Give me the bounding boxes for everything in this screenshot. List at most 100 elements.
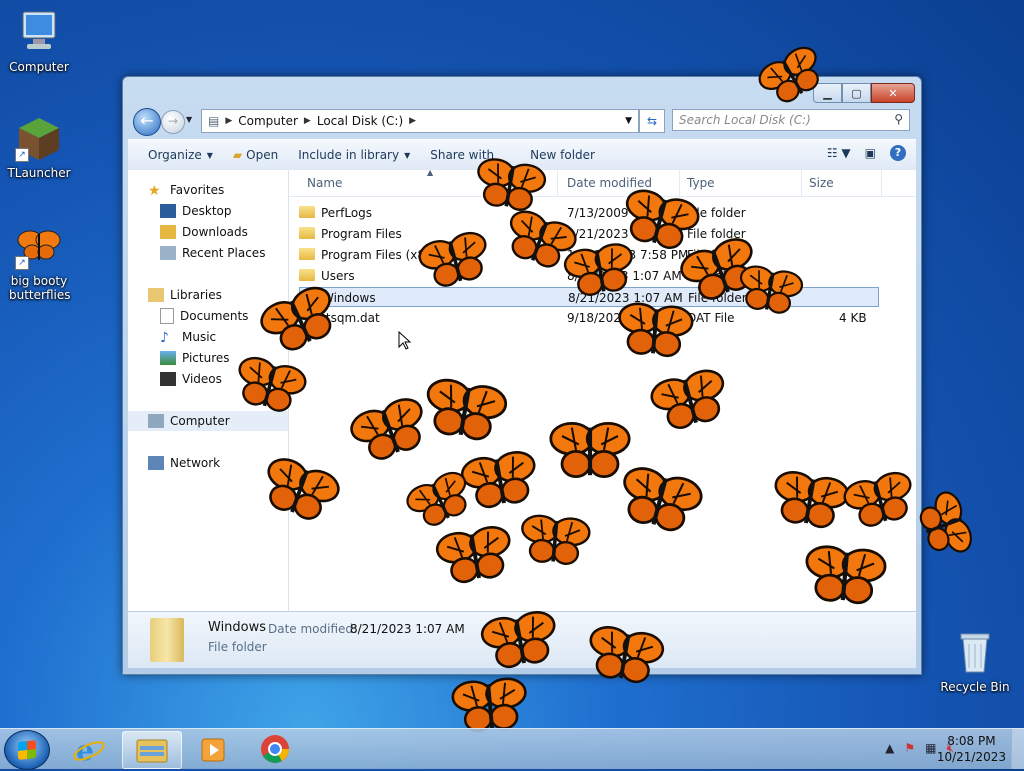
network-icon (148, 456, 164, 470)
row-date: 10/21/2023 7:58 PM (567, 248, 689, 262)
include-in-library-button[interactable]: Include in library ▼ (298, 148, 410, 162)
chevron-right-icon[interactable]: ▶ (304, 116, 311, 126)
breadcrumb-local-disk[interactable]: Local Disk (C:) (317, 114, 403, 128)
table-row[interactable]: Program Files (x86) 10/21/2023 7:58 PM F… (299, 245, 879, 265)
desktop-icon (160, 204, 176, 218)
change-view-icon[interactable]: ☷ ▼ (827, 146, 851, 160)
new-folder-label: New folder (530, 148, 595, 162)
row-date: 8/21/2023 1:07 AM (567, 227, 682, 241)
navigation-bar: ← → ▼ ▤ ▶ Computer ▶ Local Disk (C:) ▶ ▼… (131, 107, 913, 136)
search-icon[interactable]: ⚲ (894, 112, 903, 126)
view-controls: ☷ ▼ ▣ ? (813, 145, 906, 161)
preview-pane-icon[interactable]: ▣ (865, 146, 876, 160)
file-list: Name ▲ Date modified Type Size PerfLogs … (289, 168, 916, 612)
clock-time: 8:08 PM (947, 734, 996, 748)
details-pane: Windows Date modified: 8/21/2023 1:07 AM… (128, 611, 916, 668)
caption-buttons: ▁ ▢ ✕ (813, 83, 915, 103)
row-date: 8/21/2023 1:07 AM (567, 269, 682, 283)
taskbar-media-player[interactable] (184, 731, 242, 767)
back-button[interactable]: ← (133, 108, 161, 136)
open-button[interactable]: ▰ Open (233, 148, 278, 162)
show-hidden-icons-icon[interactable]: ▲ (885, 741, 894, 756)
desktop-icon-butterflies[interactable]: ↗ big booty butterflies (2, 222, 76, 302)
nav-libraries[interactable]: Libraries (148, 285, 308, 305)
butterfly-icon (450, 675, 530, 735)
row-type: File folder (687, 206, 746, 220)
table-row[interactable]: Program Files 8/21/2023 1:07 AM File fol… (299, 224, 879, 244)
mouse-cursor-icon (398, 331, 412, 350)
row-name: Program Files (x86) (321, 248, 438, 262)
column-size[interactable]: Size (809, 176, 834, 190)
folder-icon (299, 227, 315, 239)
file-icon (301, 311, 315, 327)
taskbar-chrome[interactable] (246, 731, 304, 767)
nav-label: Favorites (170, 183, 225, 197)
new-folder-button[interactable]: New folder (530, 148, 595, 162)
videos-icon (160, 372, 176, 386)
address-bar[interactable]: ▤ ▶ Computer ▶ Local Disk (C:) ▶ ▼ (201, 109, 639, 133)
maximize-button[interactable]: ▢ (842, 83, 871, 103)
media-player-icon (201, 738, 225, 762)
star-icon: ★ (148, 183, 161, 199)
taskbar-windows-explorer[interactable] (122, 731, 182, 769)
row-name: PerfLogs (321, 206, 373, 220)
nav-label: Pictures (182, 351, 230, 365)
table-row[interactable]: PerfLogs 7/13/2009 11:20 PM File folder (299, 203, 879, 223)
desktop-icon-computer[interactable]: Computer (2, 8, 76, 74)
organize-button[interactable]: Organize ▼ (148, 148, 213, 162)
taskbar: e ▲ ⚑ ▦ 🔇︎ 8:08 PM 10/21/2023 (0, 728, 1024, 770)
nav-computer[interactable]: Computer (128, 411, 288, 431)
command-bar: Organize ▼ ▰ Open Include in library ▼ Shar… (128, 139, 916, 171)
desktop-icon-recycle-bin[interactable]: Recycle Bin (938, 628, 1012, 694)
nav-label: Music (182, 330, 217, 344)
start-button[interactable] (4, 730, 50, 770)
sort-arrow-icon: ▲ (427, 168, 434, 177)
table-row[interactable]: rtsqm.dat 9/18/2023 1:07 AM DAT File 4 K… (299, 308, 879, 328)
taskbar-internet-explorer[interactable]: e (60, 731, 118, 767)
forward-button[interactable]: → (161, 110, 185, 134)
network-icon[interactable]: ▦ (925, 741, 936, 756)
butterfly-icon: ↗ (15, 222, 63, 270)
butterfly-icon (913, 487, 977, 563)
dropdown-arrow-icon: ▼ (404, 150, 411, 160)
clock[interactable]: 8:08 PM 10/21/2023 (937, 733, 1006, 765)
show-desktop-button[interactable] (1011, 729, 1024, 769)
nav-label: Computer (170, 414, 230, 428)
row-type: File folder (687, 227, 746, 241)
minimize-button[interactable]: ▁ (813, 83, 842, 103)
column-date[interactable]: Date modified (567, 176, 652, 190)
pictures-icon (160, 351, 176, 365)
drive-icon: ▤ (208, 114, 220, 128)
nav-label: Documents (180, 309, 249, 323)
nav-favorites[interactable]: ★ Favorites (148, 180, 308, 200)
chevron-right-icon[interactable]: ▶ (225, 116, 232, 126)
search-input[interactable]: Search Local Disk (C:) ⚲ (672, 109, 910, 131)
details-name: Windows (208, 620, 267, 635)
breadcrumb-computer[interactable]: Computer (238, 114, 298, 128)
row-name: Program Files (321, 227, 402, 241)
folder-icon (150, 618, 184, 662)
recent-places-icon (160, 246, 176, 260)
table-row[interactable]: Windows 8/21/2023 1:07 AM File folder (299, 287, 879, 307)
address-dropdown-icon[interactable]: ▼ (625, 116, 632, 126)
desktop-icon-tlauncher[interactable]: ↗ TLauncher (2, 114, 76, 180)
table-row[interactable]: Users 8/21/2023 1:07 AM File folder (299, 266, 879, 286)
desktop-icon-label: Recycle Bin (940, 680, 1010, 694)
help-icon[interactable]: ? (890, 145, 906, 161)
share-label: Share with (430, 148, 495, 162)
refresh-button[interactable]: ⇆ (639, 109, 665, 133)
explorer-window[interactable]: ▁ ▢ ✕ ← → ▼ ▤ ▶ Computer ▶ Local Disk (C… (122, 76, 922, 675)
row-name: rtsqm.dat (321, 311, 380, 325)
column-type[interactable]: Type (687, 176, 715, 190)
dropdown-arrow-icon: ▼ (206, 150, 213, 160)
recent-pages-dropdown[interactable]: ▼ (186, 115, 192, 124)
computer-icon (148, 414, 164, 428)
action-center-flag-icon[interactable]: ⚑ (904, 741, 915, 756)
chevron-right-icon[interactable]: ▶ (409, 116, 416, 126)
close-button[interactable]: ✕ (871, 83, 915, 103)
nav-network[interactable]: Network (148, 453, 308, 473)
share-with-button[interactable]: Share with (430, 148, 494, 162)
clock-date: 10/21/2023 (936, 750, 1006, 764)
column-name[interactable]: Name (307, 176, 342, 190)
folder-icon (299, 248, 315, 260)
